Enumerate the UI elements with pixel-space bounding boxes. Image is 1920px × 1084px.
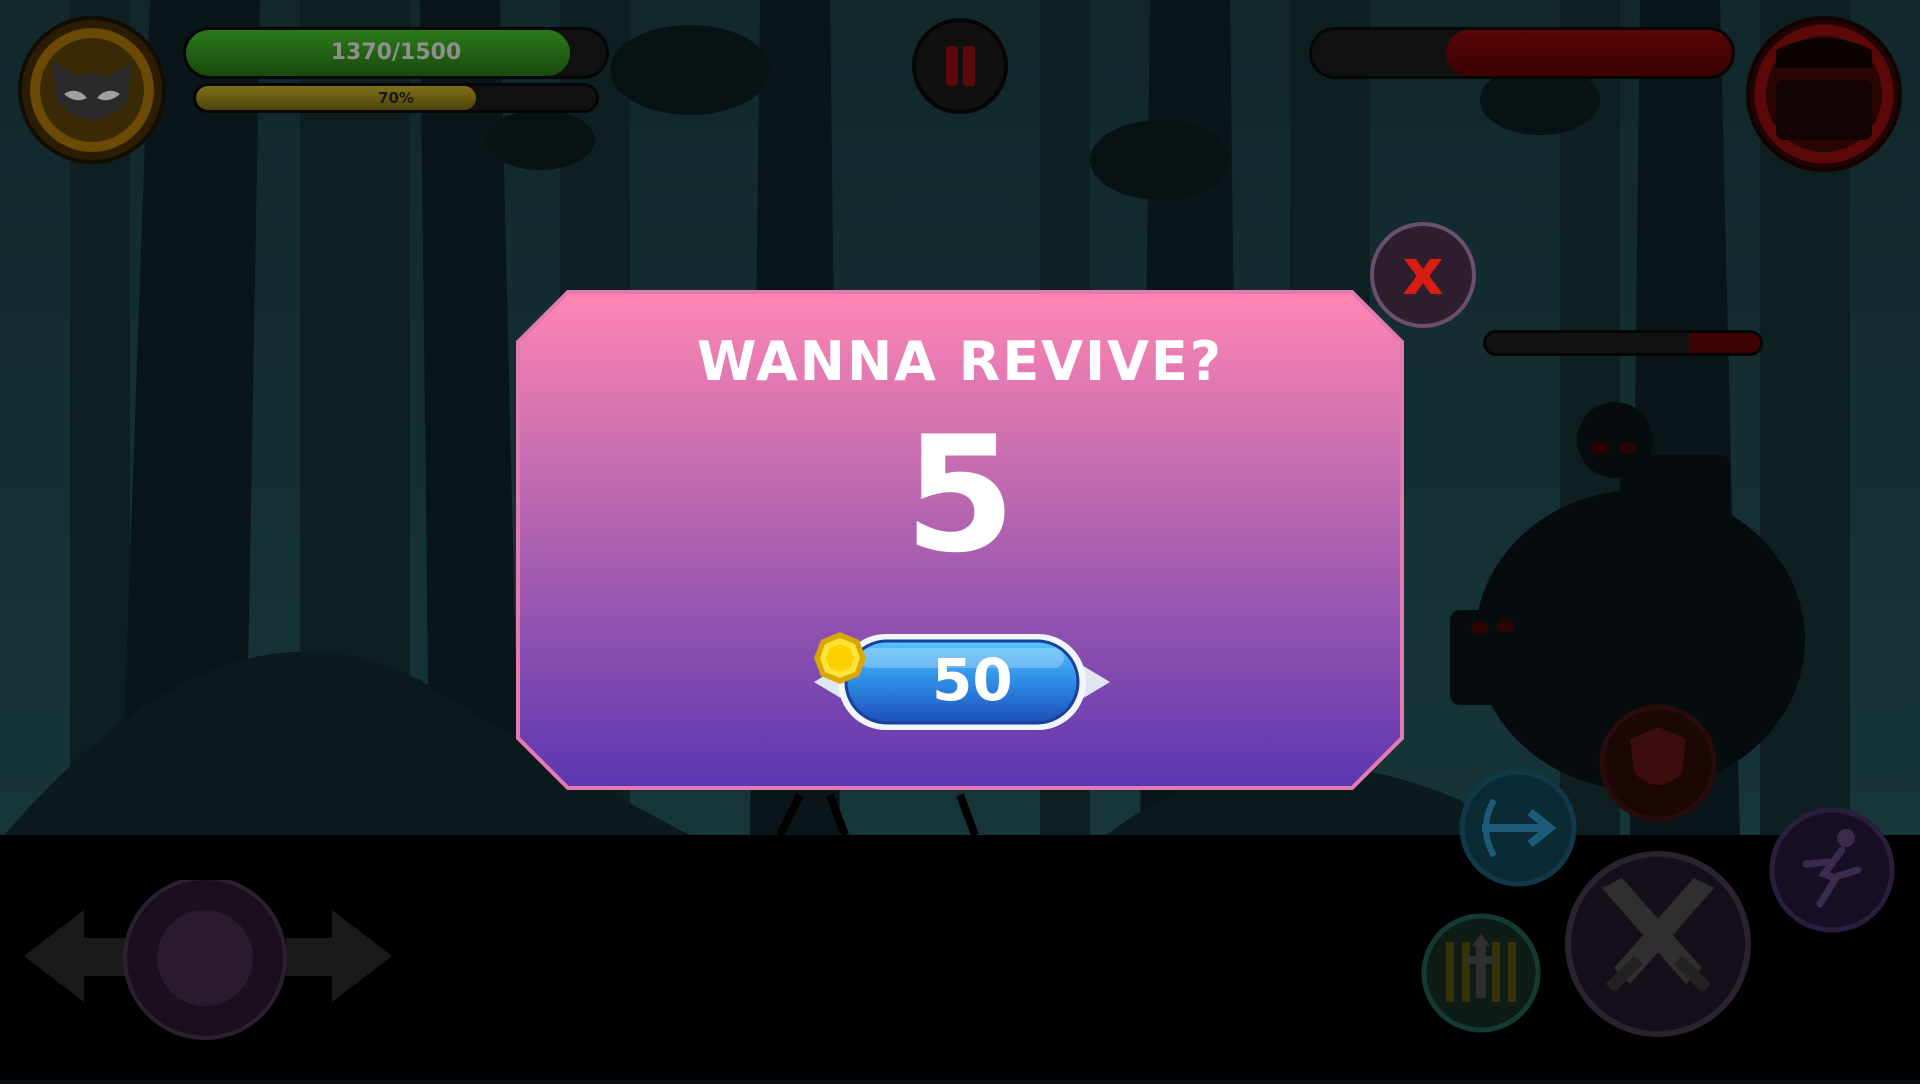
revive-button[interactable]: 50: [812, 630, 1112, 734]
pause-icon: [946, 46, 958, 86]
boss-hp-bar: [1312, 30, 1732, 76]
boss-hp-fill: [1446, 30, 1732, 76]
minion-hp-fill: [1688, 333, 1760, 353]
joystick-knob[interactable]: [157, 910, 253, 1006]
boss-portrait-icon: [1776, 38, 1872, 140]
player-avatar: [22, 20, 162, 160]
dialog-title: WANNA REVIVE?: [696, 330, 1224, 393]
attack-button[interactable]: [1562, 848, 1754, 1040]
player-energy-text: 70%: [378, 89, 414, 107]
revive-cost: 50: [932, 646, 1013, 714]
minion-hp-bar: [1486, 333, 1760, 353]
revive-countdown: 5: [904, 401, 1016, 588]
gold-coin-icon: [814, 632, 866, 684]
hero-mask-icon: [52, 62, 132, 120]
revive-dialog: WANNA REVIVE? 5 50: [516, 290, 1404, 790]
pause-icon-bar: [963, 46, 975, 86]
close-x-icon: x: [1402, 236, 1444, 310]
player-hp-text: 1370/1500: [330, 40, 462, 65]
movement-joystick[interactable]: [20, 880, 400, 1040]
player-hp-bar: 1370/1500: [186, 30, 606, 76]
boss-avatar: [1750, 20, 1898, 168]
right-arrow-icon[interactable]: [286, 910, 392, 1002]
left-arrow-icon[interactable]: [24, 910, 130, 1002]
dash-skill-icon[interactable]: [1458, 768, 1578, 888]
shield-skill-icon[interactable]: [1598, 703, 1718, 823]
close-button[interactable]: x: [1374, 226, 1472, 324]
player-energy-bar: 70%: [196, 86, 596, 110]
jump-skill-icon[interactable]: [1766, 804, 1898, 936]
pause-button[interactable]: [916, 22, 1004, 110]
sword-rain-skill-icon[interactable]: [1420, 912, 1542, 1034]
